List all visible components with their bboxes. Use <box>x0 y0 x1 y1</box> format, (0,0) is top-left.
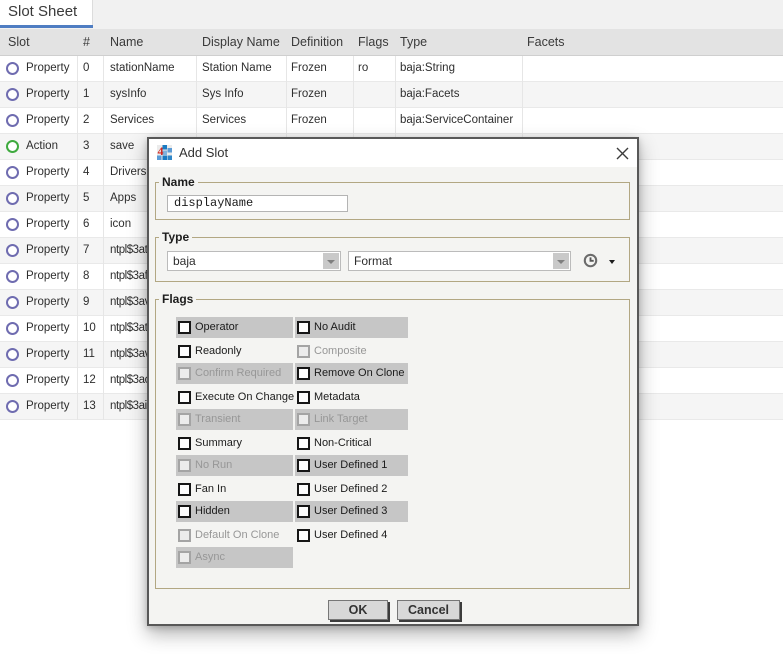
svg-text:4: 4 <box>158 145 164 158</box>
